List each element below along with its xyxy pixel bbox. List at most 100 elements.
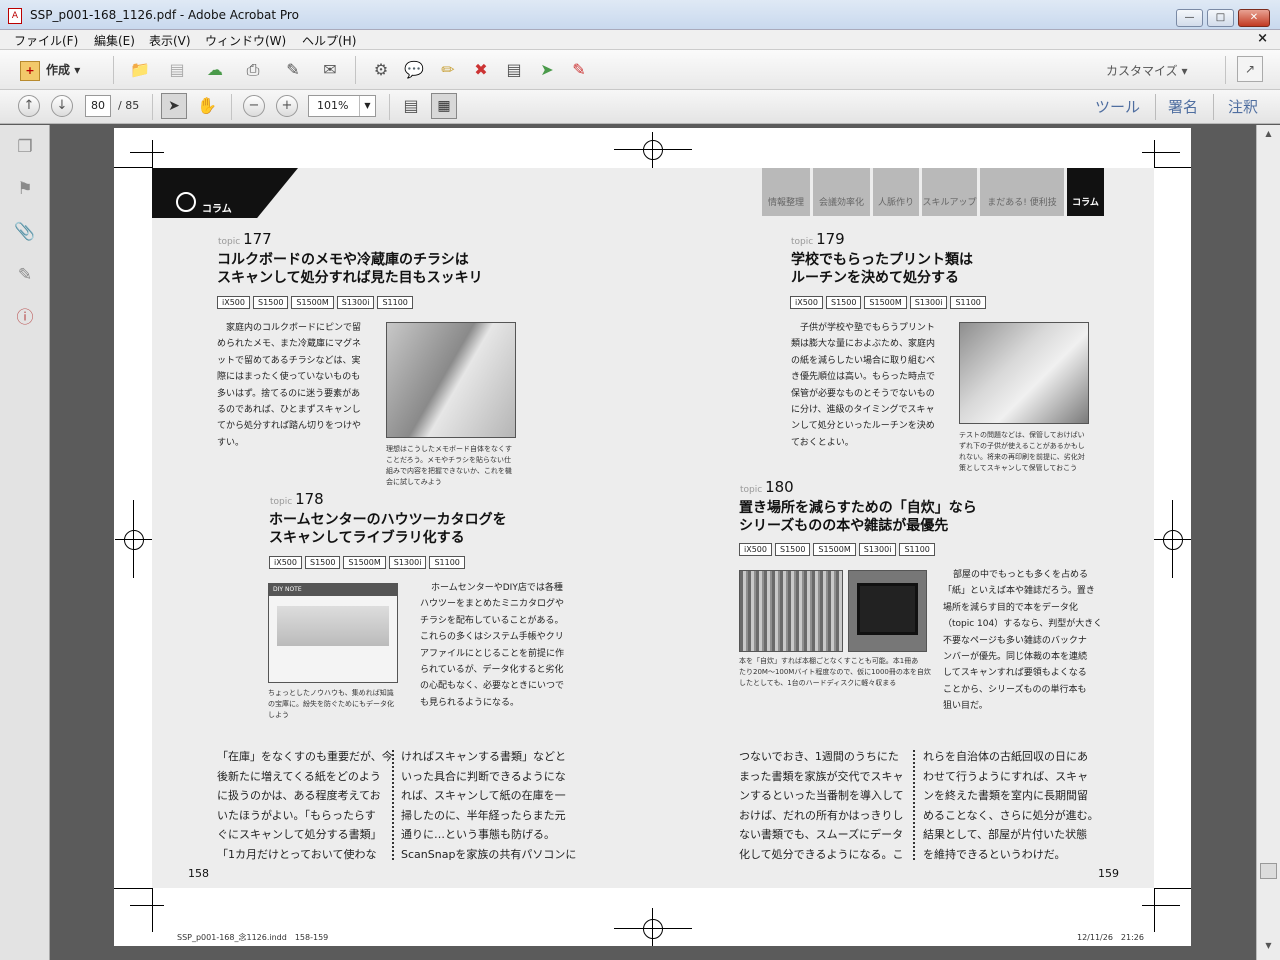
delete-icon[interactable]: ✖	[469, 58, 493, 82]
save-icon[interactable]: ▤	[165, 58, 189, 82]
tab-sign[interactable]: 署名	[1168, 96, 1198, 117]
select-tool-icon[interactable]: ➤	[161, 93, 187, 119]
topic-number: topic 179	[791, 230, 845, 248]
column-header-label: コラム	[202, 204, 232, 215]
print-icon[interactable]: ⎙	[241, 58, 265, 82]
hand-tool-icon[interactable]: ✋	[195, 94, 219, 118]
bookmark-icon[interactable]: ⚑	[14, 177, 36, 201]
crop-mark	[1154, 140, 1155, 168]
column-logo-icon	[176, 192, 196, 212]
main-toolbar	[0, 50, 1280, 90]
topic-number: topic 178	[270, 490, 324, 508]
photo-caption: テストの問題などは、保管しておけばい ずれ下の子供が使えることがあるかもし れない。…	[959, 431, 1085, 472]
minimize-button[interactable]: —	[1176, 9, 1203, 27]
topic-number: topic 177	[218, 230, 272, 248]
customize-label: カスタマイズ	[1106, 64, 1178, 78]
close-button[interactable]: ✕	[1238, 9, 1270, 27]
signature-icon[interactable]: ✎	[14, 263, 36, 287]
page-number-right: 159	[1098, 867, 1119, 880]
slug-left: SSP_p001-168_念1126.indd 158-159	[177, 933, 329, 942]
fit-page-icon[interactable]: ▦	[431, 93, 457, 119]
topic-title: ホームセンターのハウツーカタログを スキャンしてライブラリ化する	[269, 512, 507, 546]
menu-view[interactable]: 表示(V)	[149, 32, 191, 49]
customize-dropdown[interactable]: カスタマイズ ▾	[1106, 62, 1187, 79]
page-total: / 85	[118, 99, 140, 112]
scanner-tags: iX500 S1500 S1500M S1300i S1100	[269, 556, 468, 569]
topic-body: 部屋の中でもっとも多くを占める 「紙」といえば本や雑誌だろう。置き 場所を減らす目的…	[943, 570, 1103, 712]
export-icon[interactable]: ➤	[535, 58, 559, 82]
comment-icon[interactable]: 💬	[402, 58, 426, 82]
expand-icon[interactable]: ↗	[1237, 56, 1263, 82]
catalog-photo: DIY NOTE	[268, 583, 398, 683]
previous-page-icon[interactable]: ↑	[18, 95, 40, 117]
crop-mark	[130, 905, 164, 906]
topic-body: 家庭内のコルクボードにピンで留 められたメモ、また冷蔵庫にマグネ ットで留めてあるチ…	[217, 323, 362, 448]
crop-mark	[1142, 905, 1180, 906]
nav-tab-more: まだある! 便利技	[980, 168, 1064, 216]
topic-title: 置き場所を減らすための「自炊」なら シリーズものの本や雑誌が最優先	[739, 500, 977, 534]
open-icon[interactable]: 📁	[128, 58, 152, 82]
toolbar-separator	[389, 94, 390, 120]
highlight-icon[interactable]: ✏	[436, 58, 460, 82]
column-divider	[913, 750, 915, 860]
attachment-icon[interactable]: 📎	[14, 220, 36, 244]
scroll-up-icon[interactable]: ▲	[1260, 129, 1277, 143]
close-document-icon[interactable]: ×	[1257, 31, 1268, 46]
toolbar-separator	[355, 56, 356, 84]
nav-tab-info: 情報整理	[762, 168, 810, 216]
registration-mark	[124, 530, 144, 550]
scroll-down-icon[interactable]: ▼	[1260, 941, 1277, 955]
zoom-select[interactable]: 101% ▼	[308, 95, 376, 117]
pages-icon[interactable]: ❐	[14, 135, 36, 159]
nav-tab-column: コラム	[1067, 168, 1104, 216]
maximize-button[interactable]: □	[1207, 9, 1234, 27]
topic-body: ホームセンターやDIY店では各種 ハウツーをまとめたミニカタログや チラシを配布して…	[420, 583, 565, 708]
sign-icon[interactable]: ✎	[567, 58, 591, 82]
column-text: 「在庫」をなくすのも重要だが、今 後新たに増えてくる紙をどのよう に扱うのかは、ある…	[217, 750, 393, 861]
email-icon[interactable]: ✉	[318, 58, 342, 82]
crop-mark	[152, 140, 153, 168]
photo-caption: 本を「自炊」すれば本棚ごとなくすことも可能。本1冊あ たり20M～100Mバイト程…	[739, 657, 931, 687]
crop-mark	[130, 152, 164, 153]
menu-bar: ファイル(F) 編集(E) 表示(V) ウィンドウ(W) ヘルプ(H) ×	[0, 30, 1280, 50]
page-number-input[interactable]: 80	[85, 95, 111, 117]
toolbar-separator	[231, 94, 232, 120]
settings-icon[interactable]: ⚙	[369, 58, 393, 82]
tab-tools[interactable]: ツール	[1095, 96, 1140, 117]
tablet-photo-screen	[857, 583, 918, 635]
toolbar-separator	[152, 94, 153, 120]
crop-mark	[152, 888, 153, 932]
registration-mark	[643, 140, 663, 160]
registration-mark	[1163, 530, 1183, 550]
scroll-thumb[interactable]	[1260, 863, 1277, 879]
window-title: SSP_p001-168_1126.pdf - Adobe Acrobat Pr…	[30, 8, 299, 22]
corkboard-photo	[386, 322, 516, 438]
catalog-photo-image	[277, 606, 389, 646]
info-icon[interactable]: ⓘ	[14, 306, 36, 330]
page-number-left: 158	[188, 867, 209, 880]
zoom-out-icon[interactable]: −	[243, 95, 265, 117]
create-button[interactable]: + 作成 ▾	[20, 58, 80, 82]
edit-icon[interactable]: ✎	[281, 58, 305, 82]
slug-right: 12/11/26 21:26	[1077, 933, 1144, 942]
navigation-panel: ❐ ⚑ 📎 ✎ ⓘ	[0, 125, 50, 960]
crop-mark	[1154, 167, 1191, 168]
topic-title: 学校でもらったプリント類は ルーチンを決めて処分する	[791, 252, 973, 286]
zoom-in-icon[interactable]: +	[276, 95, 298, 117]
upload-icon[interactable]: ☁	[203, 58, 227, 82]
menu-edit[interactable]: 編集(E)	[94, 32, 135, 49]
tab-comment[interactable]: 注釈	[1228, 96, 1258, 117]
fit-width-icon[interactable]: ▤	[399, 94, 423, 118]
menu-help[interactable]: ヘルプ(H)	[302, 32, 356, 49]
title-bar: A SSP_p001-168_1126.pdf - Adobe Acrobat …	[0, 0, 1280, 30]
crop-mark	[1154, 888, 1191, 889]
scanner-tags: iX500 S1500 S1500M S1300i S1100	[217, 296, 416, 309]
next-page-icon[interactable]: ↓	[51, 95, 73, 117]
menu-window[interactable]: ウィンドウ(W)	[205, 32, 286, 49]
create-label: 作成	[46, 63, 71, 77]
pdf-icon: A	[8, 8, 22, 24]
vertical-scrollbar[interactable]: ▲ ▼	[1256, 125, 1280, 960]
toolbar-separator	[113, 56, 114, 84]
stamp-icon[interactable]: ▤	[502, 58, 526, 82]
menu-file[interactable]: ファイル(F)	[14, 32, 78, 49]
